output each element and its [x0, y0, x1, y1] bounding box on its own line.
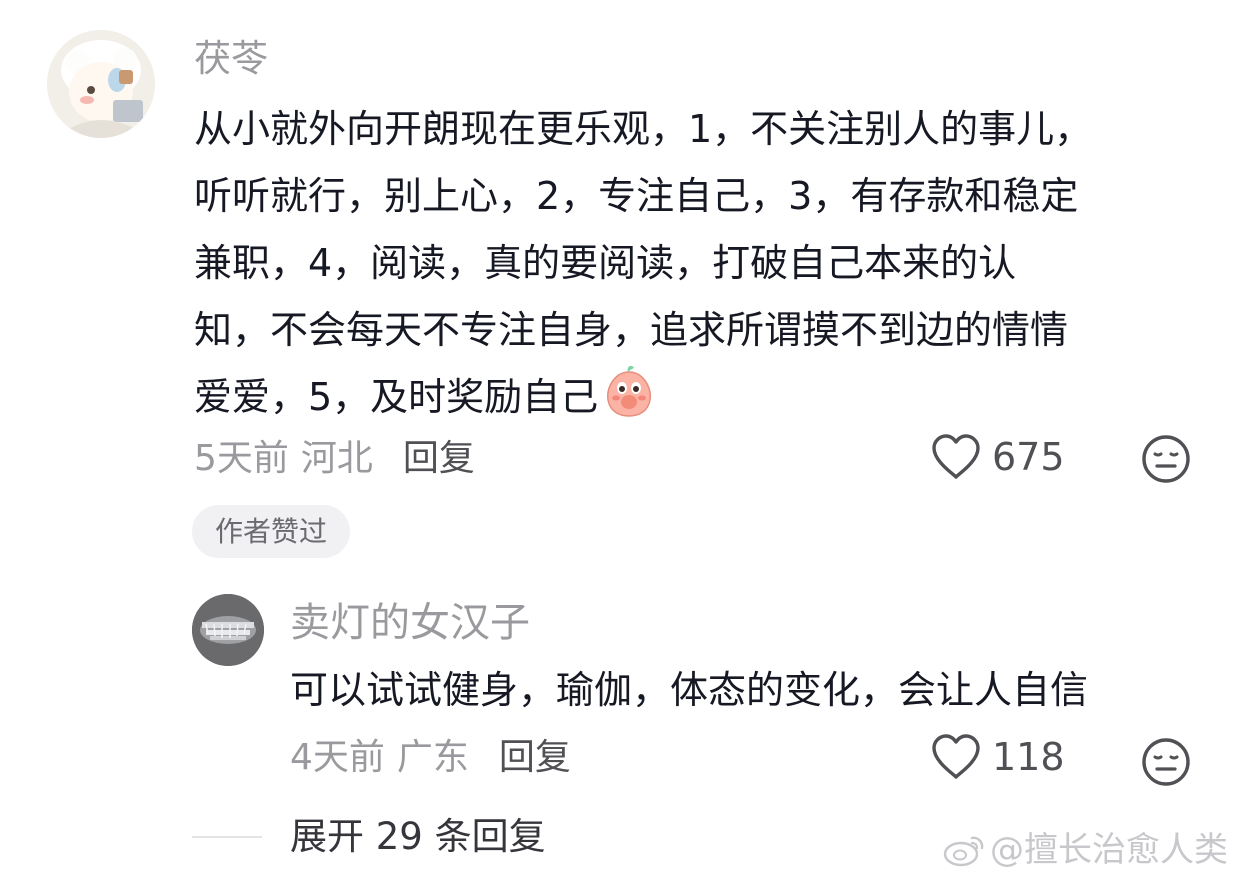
watermark: @擅长治愈人类	[942, 832, 1228, 868]
comment-text: 从小就外向开朗现在更乐观，1，不关注别人的事儿， 听听就行，别上心，2，专注自己…	[194, 96, 1194, 431]
comment-text-line: 兼职，4，阅读，真的要阅读，打破自己本来的认	[194, 241, 1017, 285]
comment-text-line: 从小就外向开朗现在更乐观，1，不关注别人的事儿，	[194, 107, 1093, 151]
heart-outline-icon	[930, 433, 982, 481]
reply-avatar[interactable]	[192, 594, 264, 666]
comment-text-line: 听听就行，别上心，2，专注自己，3，有存款和稳定	[194, 174, 1079, 218]
reply-like-button[interactable]: 118	[930, 733, 1065, 781]
reply-location: 广东	[396, 737, 469, 778]
weibo-logo-icon	[942, 832, 990, 868]
reply-like-count: 118	[992, 735, 1065, 779]
peach-emoji-icon	[602, 364, 656, 418]
heart-outline-icon	[930, 733, 982, 781]
comment-time: 5天前	[194, 438, 289, 479]
reply-meta: 4天前 广东 回复	[290, 740, 571, 776]
comment-meta: 5天前 河北 回复	[194, 441, 475, 477]
expand-divider	[192, 836, 262, 838]
author-liked-badge: 作者赞过	[192, 505, 350, 558]
reply-username[interactable]: 卖灯的女汉子	[290, 603, 530, 643]
watermark-text: @擅长治愈人类	[990, 830, 1228, 870]
comment-text-line: 知，不会每天不专注自身，追求所谓摸不到边的情情	[194, 308, 1069, 352]
meh-face-icon	[1140, 433, 1192, 485]
like-count: 675	[992, 435, 1065, 479]
meh-face-icon	[1140, 736, 1192, 788]
reply-time: 4天前	[290, 737, 385, 778]
dislike-button[interactable]	[1140, 433, 1192, 489]
reply-reply-button[interactable]: 回复	[499, 737, 571, 778]
reply-button[interactable]: 回复	[403, 438, 475, 479]
comment-text-line-content: 爱爱，5，及时奖励自己	[194, 375, 599, 419]
comment-text-line-last: 爱爱，5，及时奖励自己	[194, 364, 1194, 431]
expand-replies-button[interactable]: 展开 29 条回复	[290, 818, 546, 855]
reply-dislike-button[interactable]	[1140, 736, 1192, 792]
comment-username[interactable]: 茯苓	[194, 40, 268, 77]
like-button[interactable]: 675	[930, 433, 1065, 481]
avatar[interactable]	[47, 30, 155, 138]
reply-text: 可以试试健身，瑜伽，体态的变化，会让人自信	[290, 668, 1089, 712]
comment-location: 河北	[300, 438, 373, 479]
